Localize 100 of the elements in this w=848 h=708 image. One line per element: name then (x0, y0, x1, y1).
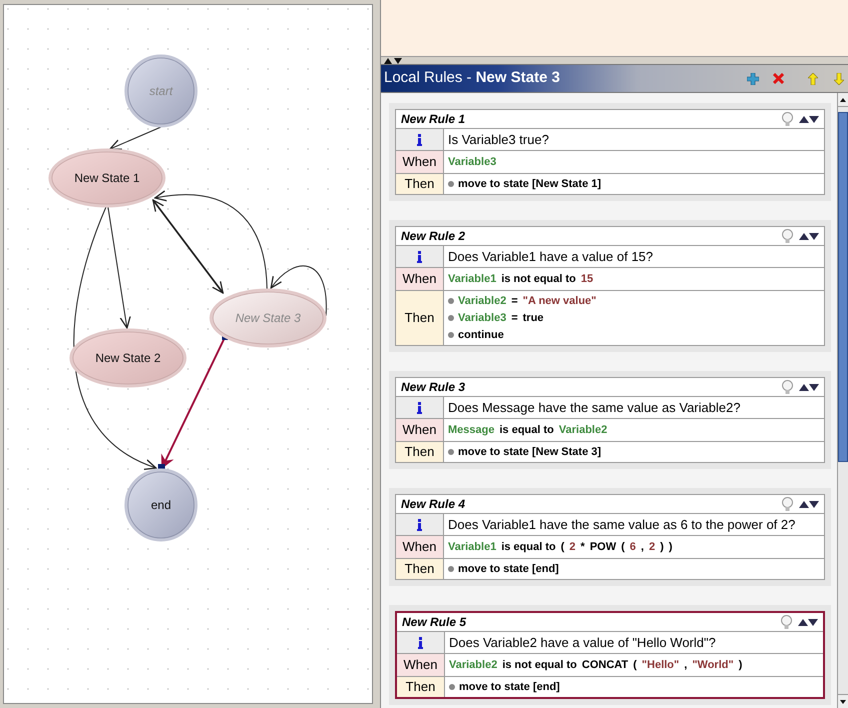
rule-keyword: ( (621, 540, 625, 555)
bullet-icon (448, 315, 454, 321)
condition-expression[interactable]: Message is equal to Variable2 (444, 419, 824, 442)
rule-card[interactable]: New Rule 1 Is Variable3 true? When Variable3 Then move to state [New State 1] (395, 109, 825, 195)
rule-keyword: is not equal to (502, 658, 577, 673)
reorder-arrows-icon[interactable] (799, 383, 819, 391)
then-label: Then (404, 309, 434, 328)
action-line[interactable]: move to state [New State 1] (448, 176, 820, 192)
when-label: When (402, 270, 436, 288)
scrollbar[interactable] (837, 93, 848, 708)
rule-keyword: ( (633, 658, 637, 673)
scroll-thumb[interactable] (838, 112, 848, 462)
rule-keyword: move to state [New State 3] (458, 444, 602, 460)
rule-description: Does Message have the same value as Variable2? (448, 398, 740, 417)
when-label: When (402, 421, 436, 440)
lightbulb-icon[interactable] (781, 614, 792, 630)
rule-keyword: true (522, 310, 544, 326)
rule-card[interactable]: New Rule 2 Does Variable1 have a value of 15? When Variable1 is not equal to 15 Then Variable2 = "A new value" Variable3 = true continue (395, 226, 825, 346)
rule-name: New Rule 1 (401, 111, 466, 128)
scroll-down-icon[interactable] (838, 694, 848, 708)
action-line[interactable]: move to state [end] (448, 561, 820, 577)
rule-card[interactable]: New Rule 4 Does Variable1 have the same value as 6 to the power of 2? When Variable1 is equal to ( 2 * POW ( 6 , 2 ) ) Then move to state [end] (395, 494, 825, 580)
action-line[interactable]: Variable3 = true (448, 310, 820, 326)
delete-icon[interactable] (773, 73, 784, 84)
bullet-icon (449, 684, 455, 690)
transition-arrow[interactable] (108, 206, 131, 329)
rule-description: Does Variable1 have a value of 15? (448, 248, 654, 266)
transition-arrow[interactable] (154, 190, 268, 290)
when-label: When (402, 538, 436, 556)
transition-arrow[interactable] (109, 126, 162, 150)
action-line[interactable]: continue (448, 327, 820, 343)
variable-name: Variable2 (458, 294, 506, 309)
rule-name: New Rule 3 (401, 379, 466, 396)
rule-description: Is Variable3 true? (448, 130, 549, 149)
rule-keyword: = (511, 294, 518, 309)
variable-name: Message (448, 422, 494, 438)
reorder-arrows-icon[interactable] (799, 500, 819, 508)
info-icon (418, 636, 423, 648)
literal-value: "Hello" (642, 658, 680, 673)
action-line[interactable]: Variable2 = "A new value" (448, 293, 820, 309)
rule-keyword: CONCAT (582, 658, 628, 673)
state-circle[interactable]: end (124, 468, 198, 542)
then-label: Then (404, 175, 434, 194)
diagram-canvas[interactable]: start New State 1 New State 2 New State 3 end (3, 4, 373, 704)
condition-expression[interactable]: Variable3 (444, 151, 824, 174)
literal-value: "A new value" (522, 294, 596, 309)
rule-keyword: , (684, 658, 688, 673)
condition-expression[interactable]: Variable2 is not equal to CONCAT ( "Hello" , "World" ) (445, 654, 823, 677)
literal-value: 2 (648, 540, 656, 555)
lightbulb-icon[interactable] (782, 228, 793, 244)
variable-name: Variable3 (448, 154, 496, 170)
info-icon (417, 402, 422, 414)
scroll-up-icon[interactable] (838, 93, 848, 107)
reorder-arrows-icon[interactable] (799, 232, 819, 240)
splitter-arrows-icon[interactable] (384, 58, 402, 64)
state-node[interactable]: New State 2 (70, 328, 186, 388)
reorder-arrows-icon[interactable] (798, 618, 818, 626)
condition-expression[interactable]: Variable1 is not equal to 15 (444, 268, 824, 291)
then-label: Then (404, 443, 434, 462)
state-node[interactable]: New State 1 (48, 148, 166, 208)
rule-card[interactable]: New Rule 5 Does Variable2 have a value of "Hello World"? When Variable2 is not equal to CONCAT ( "Hello" , "World" ) Then move to state [end] (395, 611, 825, 699)
then-label: Then (406, 678, 436, 696)
info-icon (417, 134, 422, 146)
rule-keyword: is not equal to (501, 272, 576, 287)
literal-value: 6 (630, 540, 636, 555)
rule-keyword: ) (738, 658, 742, 673)
when-label: When (404, 656, 438, 674)
transition-arrow[interactable] (152, 199, 224, 294)
info-icon (417, 250, 422, 262)
lightbulb-icon[interactable] (782, 112, 793, 126)
rule-keyword: move to state [end] (459, 680, 560, 695)
add-icon[interactable] (747, 72, 759, 84)
lightbulb-icon[interactable] (782, 380, 793, 394)
rule-keyword: is equal to (501, 540, 556, 555)
variable-name: Variable2 (558, 422, 608, 438)
rule-keyword: ) (660, 540, 664, 555)
lightbulb-icon[interactable] (782, 496, 793, 512)
rule-keyword: continue (458, 328, 504, 343)
rule-keyword: move to state [New State 1] (458, 176, 602, 192)
move-up-icon[interactable] (808, 72, 818, 84)
move-down-icon[interactable] (834, 72, 844, 84)
rule-keyword: ( (560, 540, 564, 555)
bullet-icon (448, 566, 454, 572)
action-line[interactable]: move to state [New State 3] (448, 444, 820, 460)
variable-name: Variable1 (448, 540, 496, 555)
action-line[interactable]: move to state [end] (449, 679, 819, 695)
literal-value: 2 (569, 540, 576, 555)
rule-keyword: = (511, 310, 518, 326)
variable-name: Variable3 (458, 310, 506, 326)
bullet-icon (448, 298, 454, 304)
bullet-icon (448, 449, 454, 455)
bullet-icon (448, 332, 454, 338)
transition-arrow[interactable] (158, 334, 228, 470)
rule-description: Does Variable1 have the same value as 6 to the power of 2? (448, 516, 796, 534)
rule-card[interactable]: New Rule 3 Does Message have the same value as Variable2? When Message is equal to Variable2 Then move to state [New State 3] (395, 377, 825, 463)
condition-expression[interactable]: Variable1 is equal to ( 2 * POW ( 6 , 2 ) ) (444, 536, 824, 559)
rule-keyword: ) (668, 540, 672, 555)
rule-keyword: POW (590, 540, 616, 555)
reorder-arrows-icon[interactable] (799, 115, 819, 123)
bullet-icon (448, 181, 454, 187)
